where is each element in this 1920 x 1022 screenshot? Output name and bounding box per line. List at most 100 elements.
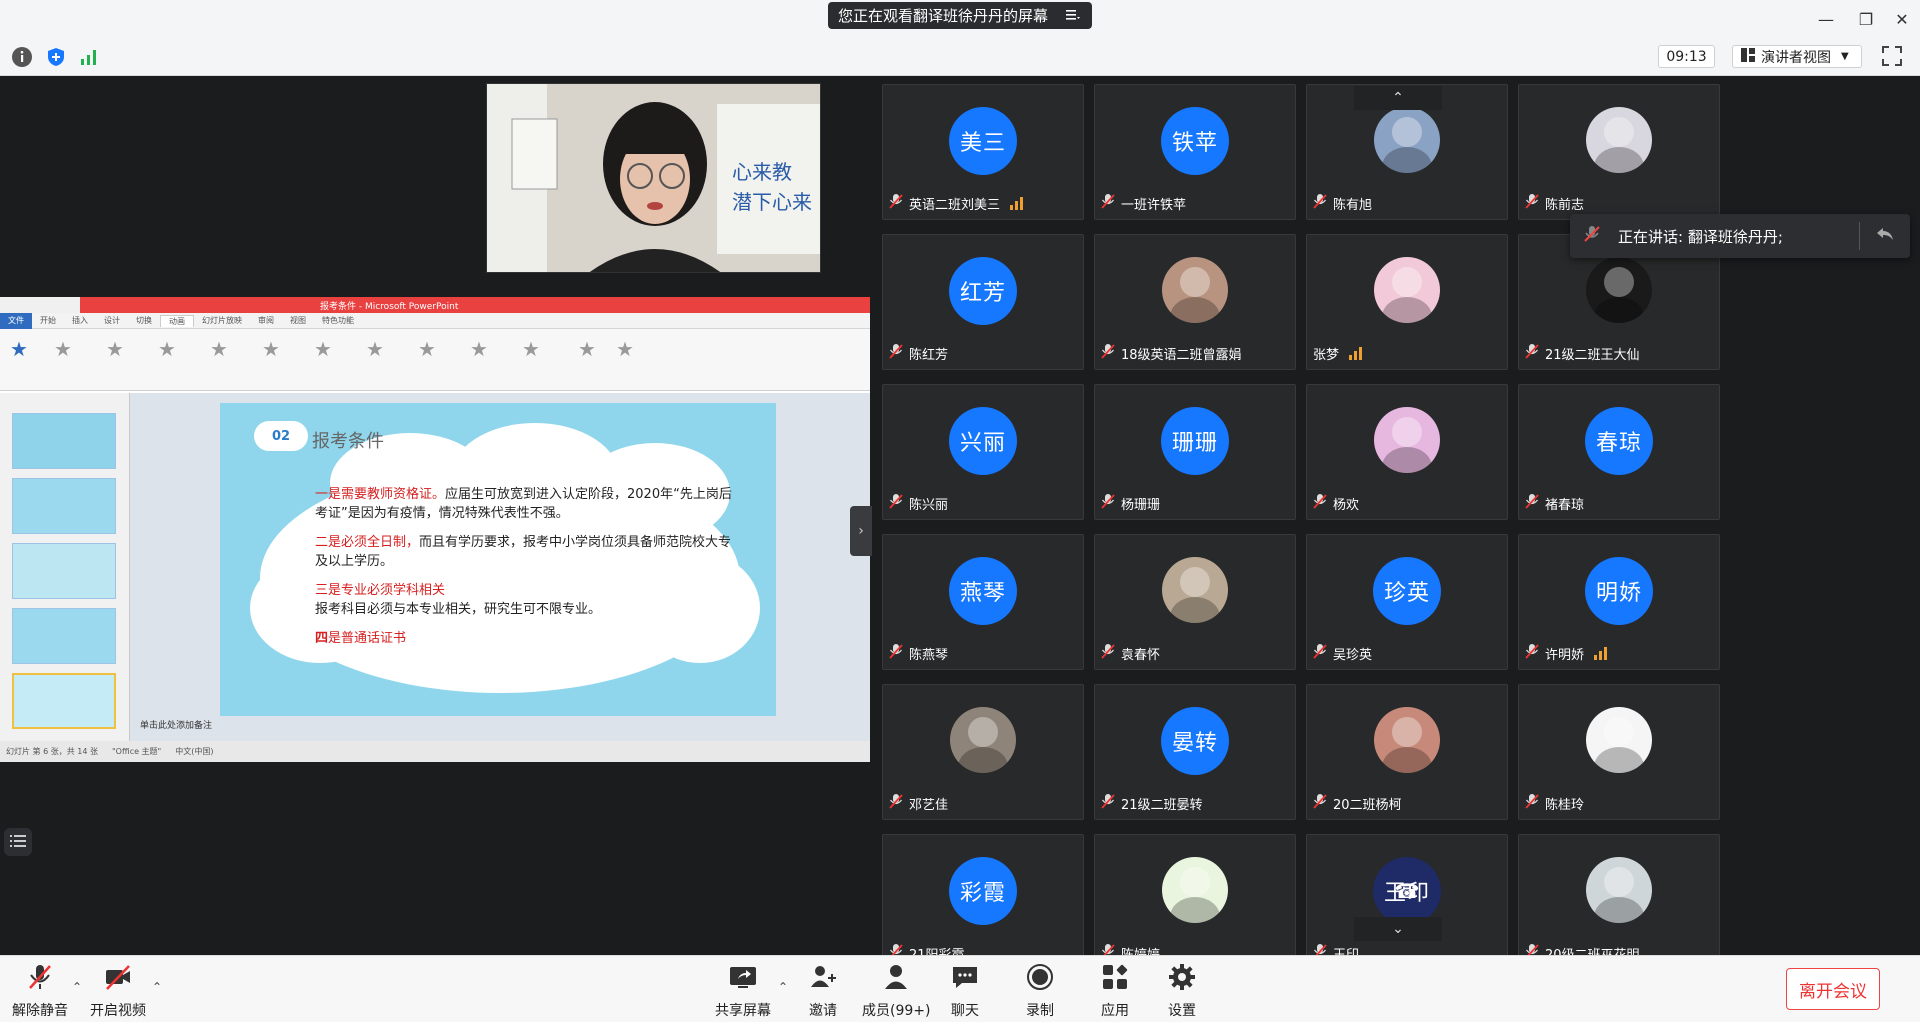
participant-tile[interactable]: 晏转 21级二班晏转 bbox=[1094, 684, 1296, 820]
participant-tile[interactable]: 珍英 吴珍英 bbox=[1306, 534, 1508, 670]
participant-tile[interactable]: 美三 英语二班刘美三 bbox=[882, 84, 1084, 220]
participant-tile[interactable]: 春琼 褚春琼 bbox=[1518, 384, 1720, 520]
scroll-down-button[interactable]: ⌄ bbox=[1354, 917, 1442, 941]
mic-muted-icon bbox=[1525, 943, 1539, 955]
participant-tile[interactable]: 陈桂玲 bbox=[1518, 684, 1720, 820]
record-icon bbox=[1025, 962, 1055, 996]
participant-avatar-photo bbox=[1162, 557, 1228, 623]
restore-button[interactable]: ❐ bbox=[1846, 0, 1886, 38]
record-button[interactable]: 录制 bbox=[1025, 962, 1055, 1020]
chat-button[interactable]: 聊天 bbox=[950, 962, 980, 1020]
participant-tile[interactable]: 20级二班巫花明 bbox=[1518, 834, 1720, 955]
unmute-button[interactable]: 解除静音 bbox=[12, 962, 68, 1020]
participant-name: 王印 bbox=[1333, 947, 1360, 956]
view-mode-dropdown[interactable]: 演讲者视图 ▼ bbox=[1732, 45, 1862, 68]
star-icon: ★ bbox=[158, 337, 176, 361]
participant-tile[interactable]: 兴丽 陈兴丽 bbox=[882, 384, 1084, 520]
participant-name: 英语二班刘美三 bbox=[909, 197, 1001, 213]
info-icon[interactable] bbox=[11, 46, 33, 68]
star-icon: ★ bbox=[314, 337, 332, 361]
participant-name: 20二班杨柯 bbox=[1333, 797, 1402, 813]
participant-avatar-photo bbox=[1586, 107, 1652, 173]
members-icon bbox=[881, 962, 911, 996]
signal-strength-icon bbox=[1010, 196, 1024, 210]
participant-name: 陈婷婷 bbox=[1121, 947, 1161, 956]
slide-point-lead: 四 bbox=[315, 631, 329, 646]
share-screen-label: 共享屏幕 bbox=[715, 1003, 771, 1019]
participant-tile[interactable]: 陈前志 bbox=[1518, 84, 1720, 220]
mic-muted-icon bbox=[1313, 943, 1327, 955]
chevron-up-icon[interactable]: ⌃ bbox=[72, 980, 82, 994]
participant-name: 杨珊珊 bbox=[1121, 497, 1161, 513]
chevron-right-icon: › bbox=[858, 523, 864, 539]
ppt-status-bar: 幻灯片 第 6 张，共 14 张 "Office 主题" 中文(中国) bbox=[0, 741, 870, 762]
start-video-button[interactable]: 开启视频 bbox=[90, 962, 146, 1020]
gear-icon bbox=[1167, 962, 1197, 996]
participant-tile[interactable]: 红芳 陈红芳 bbox=[882, 234, 1084, 370]
participant-avatar-photo bbox=[1374, 107, 1440, 173]
participant-tile[interactable]: 袁春怀 bbox=[1094, 534, 1296, 670]
leave-meeting-button[interactable]: 离开会议 bbox=[1786, 968, 1880, 1010]
participant-tile[interactable]: 杨欢 bbox=[1306, 384, 1508, 520]
ppt-tab: 特色功能 bbox=[322, 316, 354, 325]
chevron-up-icon[interactable]: ⌃ bbox=[778, 980, 788, 994]
participant-name-bar: 陈有旭 bbox=[1313, 192, 1372, 214]
network-signal-icon[interactable] bbox=[78, 46, 100, 68]
participant-tile[interactable]: 明娇 许明娇 bbox=[1518, 534, 1720, 670]
participant-name-bar: 张梦 bbox=[1313, 342, 1363, 364]
participant-name: 杨欢 bbox=[1333, 497, 1360, 513]
participant-tile[interactable]: 彩霞 21阳彩霞 bbox=[882, 834, 1084, 955]
participant-avatar-photo bbox=[1374, 257, 1440, 323]
participant-tile[interactable]: 燕琴 陈燕琴 bbox=[882, 534, 1084, 670]
star-icon: ★ bbox=[418, 337, 436, 361]
participant-avatar: 铁苹 bbox=[1161, 107, 1229, 175]
participant-name: 陈有旭 bbox=[1333, 197, 1373, 213]
security-shield-icon[interactable] bbox=[45, 46, 67, 68]
menu-icon[interactable] bbox=[1066, 7, 1081, 25]
apps-button[interactable]: 应用 bbox=[1100, 962, 1130, 1020]
ppt-status-theme: "Office 主题" bbox=[111, 747, 162, 756]
add-user-icon bbox=[808, 962, 838, 996]
close-button[interactable]: ✕ bbox=[1882, 0, 1920, 38]
ppt-workspace: 02 报考条件 一是需要教师资格证。应届生可放宽到进入认定阶段，2020年“先上… bbox=[0, 393, 870, 741]
participant-tile[interactable]: 张梦 bbox=[1306, 234, 1508, 370]
settings-button[interactable]: 设置 bbox=[1167, 962, 1197, 1020]
screen-share-banner[interactable]: 您正在观看翻译班徐丹丹的屏幕 bbox=[828, 2, 1093, 29]
members-button[interactable]: 成员(99+) bbox=[862, 962, 930, 1020]
participant-name: 袁春怀 bbox=[1121, 647, 1161, 663]
participant-avatar-photo bbox=[1374, 407, 1440, 473]
minimize-button[interactable]: — bbox=[1806, 0, 1846, 38]
participant-tile[interactable]: 陈婷婷 bbox=[1094, 834, 1296, 955]
participant-avatar-photo bbox=[1586, 257, 1652, 323]
reply-icon[interactable] bbox=[1876, 226, 1894, 246]
slide-point: 三是专业必须学科相关 报考科目必须与本专业相关，研究生可不限专业。 bbox=[315, 581, 735, 619]
chevron-up-icon[interactable]: ⌃ bbox=[152, 980, 162, 994]
invite-button[interactable]: 邀请 bbox=[808, 962, 838, 1020]
list-icon bbox=[10, 833, 26, 852]
mic-muted-icon bbox=[889, 643, 903, 663]
ppt-title-bar: 报考条件 - Microsoft PowerPoint bbox=[0, 297, 870, 313]
participant-name-bar: 20级二班巫花明 bbox=[1525, 942, 1640, 955]
invite-label: 邀请 bbox=[809, 1003, 837, 1019]
view-mode-label: 演讲者视图 bbox=[1761, 49, 1831, 66]
speaking-indicator-text: 正在讲话: 翻译班徐丹丹; bbox=[1618, 227, 1783, 246]
scroll-up-button[interactable]: ⌃ bbox=[1354, 86, 1442, 110]
ppt-quick-access bbox=[0, 297, 80, 313]
phone-icon: ☎ bbox=[1394, 879, 1420, 903]
participant-tile[interactable]: 邓艺佳 bbox=[882, 684, 1084, 820]
list-toggle-button[interactable] bbox=[4, 828, 32, 856]
mic-muted-icon bbox=[889, 193, 903, 213]
participant-tile[interactable]: 铁苹 一班许铁苹 bbox=[1094, 84, 1296, 220]
participant-name-bar: 许明娇 bbox=[1525, 642, 1608, 664]
participant-tile[interactable]: 18级英语二班曾露娟 bbox=[1094, 234, 1296, 370]
participant-name-bar: 陈兴丽 bbox=[889, 492, 948, 514]
participant-tile[interactable]: 20二班杨柯 bbox=[1306, 684, 1508, 820]
participant-name-bar: 吴珍英 bbox=[1313, 642, 1372, 664]
participant-name-bar: 陈桂玲 bbox=[1525, 792, 1584, 814]
share-screen-button[interactable]: 共享屏幕 bbox=[715, 962, 771, 1020]
mic-muted-icon bbox=[1525, 493, 1539, 513]
fullscreen-icon[interactable] bbox=[1882, 46, 1902, 66]
current-slide: 02 报考条件 一是需要教师资格证。应届生可放宽到进入认定阶段，2020年“先上… bbox=[220, 403, 776, 716]
participant-tile[interactable]: 珊珊 杨珊珊 bbox=[1094, 384, 1296, 520]
collapse-gallery-button[interactable]: › bbox=[850, 506, 872, 556]
